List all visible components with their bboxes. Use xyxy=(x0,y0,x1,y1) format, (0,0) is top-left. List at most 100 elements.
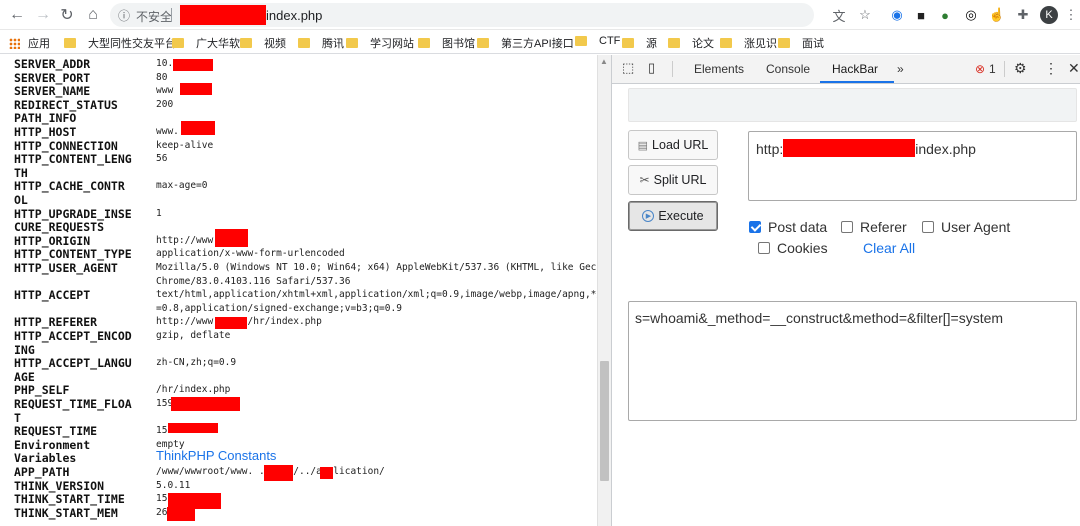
bookmark-item[interactable]: CTF xyxy=(575,35,620,47)
bookmark-item[interactable]: 涨见识 xyxy=(720,35,777,51)
menu-icon[interactable]: ⋮ xyxy=(1062,6,1080,24)
address-bar[interactable]: ⓘ 不安全 index.php xyxy=(110,3,814,27)
bookmark-item[interactable]: 面试 xyxy=(778,35,824,51)
bookmark-item[interactable]: 第三方API接口 xyxy=(477,35,574,51)
apps-icon xyxy=(9,37,20,49)
server-var-key: AGE xyxy=(14,369,35,384)
tab-elements[interactable]: Elements xyxy=(694,62,744,76)
info-icon[interactable]: ⓘ xyxy=(118,7,130,24)
forward-icon[interactable]: → xyxy=(32,4,54,26)
bookmark-item[interactable]: 应用 xyxy=(9,35,50,51)
server-var-key: HTTP_CONNECTION xyxy=(14,138,118,153)
extension-icon[interactable]: ● xyxy=(936,6,954,24)
load-url-label: Load URL xyxy=(652,138,709,152)
gear-icon[interactable]: ⚙ xyxy=(1014,60,1027,77)
browser-window: ← → ↻ ⌂ ⓘ 不安全 index.php 文 ☆ ◉ ■ ● ◎ ☝ ✚ … xyxy=(0,0,1080,526)
server-var-key: Variables xyxy=(14,451,77,466)
referer-checkbox[interactable]: Referer xyxy=(841,219,907,235)
server-var-key: HTTP_ACCEPT xyxy=(14,288,91,303)
scroll-up-icon[interactable]: ▲ xyxy=(600,58,609,66)
devtools-panel: ⬚ ▯ Elements Console HackBar » ⊗ 1 ⚙ ⋮ ✕… xyxy=(611,55,1080,526)
extension-icon[interactable]: ◉ xyxy=(888,6,906,24)
checkbox[interactable] xyxy=(758,242,770,254)
close-icon[interactable]: ✕ xyxy=(1068,60,1080,77)
cookies-checkbox[interactable]: Cookies xyxy=(758,240,828,256)
puzzle-icon[interactable]: ✚ xyxy=(1014,6,1032,24)
php-info-page: SERVER_ADDR 10. .129 SERVER_PORT 80 SERVER_N… xyxy=(0,55,597,526)
folder-icon xyxy=(64,38,76,48)
hackbar-toolbar-input[interactable] xyxy=(628,88,1077,122)
server-var-key: TH xyxy=(14,165,28,180)
kebab-menu-icon[interactable]: ⋮ xyxy=(1044,60,1058,77)
server-var-key: SERVER_PORT xyxy=(14,70,91,85)
device-toolbar-icon[interactable]: ▯ xyxy=(648,60,655,76)
extension-icon[interactable]: ◎ xyxy=(962,6,980,24)
checkbox[interactable] xyxy=(841,221,853,233)
redaction-box xyxy=(215,317,247,329)
play-icon: ▶ xyxy=(642,210,655,222)
server-var-key: Environment xyxy=(14,437,91,452)
server-var-key: CURE_REQUESTS xyxy=(14,220,105,235)
divider xyxy=(1004,61,1005,77)
error-count[interactable]: 1 xyxy=(989,62,996,76)
bookmark-item[interactable]: 腾讯 xyxy=(298,35,344,51)
reload-icon[interactable]: ↻ xyxy=(56,4,78,26)
home-icon[interactable]: ⌂ xyxy=(82,4,104,26)
bookmark-item[interactable]: 图书馆 xyxy=(418,35,475,51)
extension-icon[interactable]: ☝ xyxy=(988,6,1006,24)
clear-all-link[interactable]: Clear All xyxy=(863,240,915,256)
post-data-textarea[interactable]: s=whoami&_method=__construct&method=&fil… xyxy=(628,301,1077,421)
more-tabs-icon[interactable]: » xyxy=(897,62,904,76)
server-var-key: HTTP_ACCEPT_ENCOD xyxy=(14,329,132,343)
constants-link[interactable]: ThinkPHP Constants xyxy=(156,449,596,463)
bookmark-item[interactable]: 大型同性交友平台 xyxy=(64,35,176,51)
server-var-key: HTTP_ACCEPT_LANGU xyxy=(14,356,132,371)
bookmark-label: 应用 xyxy=(28,38,50,50)
referer-label: Referer xyxy=(860,219,907,235)
bookmark-item[interactable]: 视频 xyxy=(240,35,286,51)
post-data-checkbox[interactable]: Post data xyxy=(749,219,827,235)
folder-icon xyxy=(720,38,732,48)
avatar[interactable]: K xyxy=(1040,6,1058,24)
scrollbar-thumb[interactable] xyxy=(600,361,609,481)
server-var-key: OL xyxy=(14,193,28,207)
extension-icon[interactable]: ■ xyxy=(912,6,930,24)
bookmark-item[interactable]: 论文 xyxy=(668,35,714,51)
back-icon[interactable]: ← xyxy=(6,4,28,26)
url-textarea[interactable]: http: index.php xyxy=(748,131,1077,201)
bookmark-item[interactable]: 广大华软 xyxy=(172,35,240,51)
checkbox-checked[interactable] xyxy=(749,221,761,233)
server-var-value: 159 xyxy=(156,425,174,437)
server-var-value: 56 xyxy=(156,153,168,165)
error-icon[interactable]: ⊗ xyxy=(975,62,985,76)
server-var-key: HTTP_REFERER xyxy=(14,315,98,330)
tab-console[interactable]: Console xyxy=(766,62,810,76)
split-url-label: Split URL xyxy=(653,173,707,187)
translate-icon[interactable]: 文 xyxy=(830,6,848,24)
redaction-box xyxy=(180,83,212,95)
server-var-key: PATH_INFO xyxy=(14,111,77,126)
server-var-key: ING xyxy=(14,342,35,357)
folder-icon xyxy=(622,38,634,48)
server-var-value: Mozilla/5.0 (Windows NT 10.0; Win64; x64… xyxy=(156,262,597,273)
server-var-key: T xyxy=(14,410,21,425)
bookmark-item[interactable]: 学习网站 xyxy=(346,35,414,51)
server-var-key: HTTP_UPGRADE_INSE xyxy=(14,206,132,221)
redaction-box xyxy=(264,465,293,481)
bookmark-label: 腾讯 xyxy=(322,38,344,50)
bookmark-label: 论文 xyxy=(692,38,714,50)
star-icon[interactable]: ☆ xyxy=(856,6,874,24)
split-url-button[interactable]: ✂ Split URL xyxy=(628,165,718,195)
server-var-value: 5.0.11 xyxy=(156,479,191,491)
tab-hackbar[interactable]: HackBar xyxy=(832,62,878,76)
checkbox[interactable] xyxy=(922,221,934,233)
inspect-icon[interactable]: ⬚ xyxy=(622,60,634,76)
bookmark-label: 视频 xyxy=(264,38,286,50)
server-var-key: HTTP_USER_AGENT xyxy=(14,261,118,275)
execute-button[interactable]: ▶ Execute xyxy=(628,201,718,231)
bookmark-item[interactable]: 源 xyxy=(622,35,657,51)
server-var-value: zh-CN,zh;q=0.9 xyxy=(156,357,237,369)
server-var-key: APP_PATH xyxy=(14,465,70,479)
load-url-button[interactable]: ▤ Load URL xyxy=(628,130,718,160)
user-agent-checkbox[interactable]: User Agent xyxy=(922,219,1010,235)
